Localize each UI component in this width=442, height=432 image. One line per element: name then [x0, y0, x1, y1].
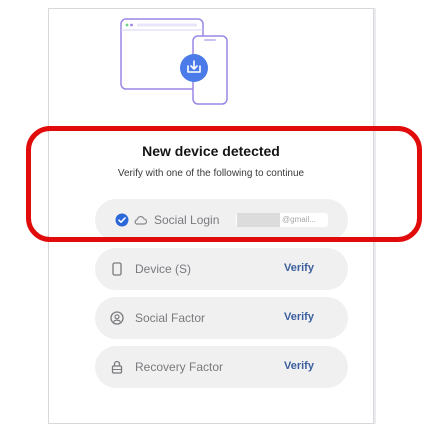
factor-label: Device (S) [135, 262, 192, 276]
verify-social-button[interactable]: Verify [284, 311, 314, 323]
lock-icon [111, 360, 123, 374]
factor-social[interactable]: Social Factor Verify [95, 297, 348, 339]
verify-device-button[interactable]: Verify [284, 262, 314, 274]
verify-recovery-button[interactable]: Verify [284, 360, 314, 372]
highlight-annotation [26, 126, 422, 242]
user-circle-icon [110, 311, 124, 325]
phone-icon [112, 262, 122, 276]
device-download-icon [120, 18, 228, 105]
factor-label: Social Factor [135, 311, 206, 325]
factor-device[interactable]: Device (S) Verify [95, 248, 348, 290]
factor-recovery[interactable]: Recovery Factor Verify [95, 346, 348, 388]
factor-label: Recovery Factor [135, 360, 224, 374]
